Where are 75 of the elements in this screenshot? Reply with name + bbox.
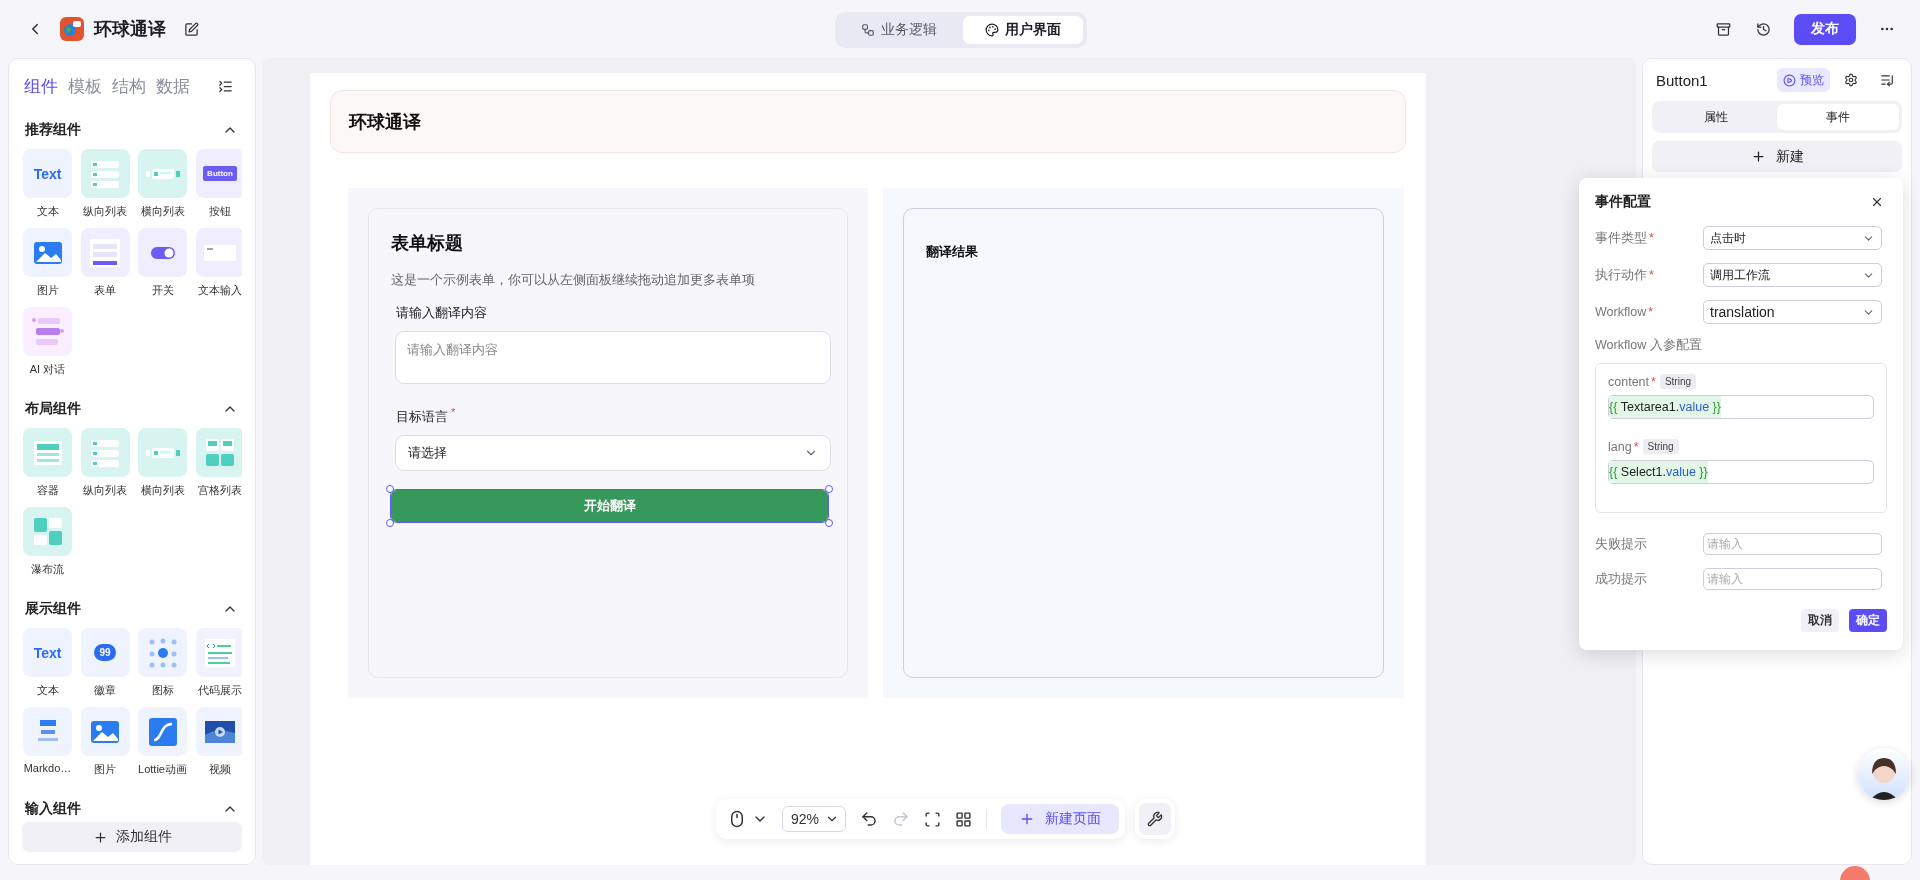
param-name: lang * [1608,439,1639,454]
component-tile[interactable]: Text [23,149,72,198]
field-label: 失败提示 [1595,535,1648,553]
panel-tab[interactable]: 组件 [24,74,58,98]
component-label: AI 对话 [29,362,66,377]
field-label: 执行动作 * [1595,266,1655,284]
field-label: Workflow * [1595,305,1655,319]
page-title: 环球通译 [349,110,421,134]
panel-tab[interactable]: 结构 [112,74,146,98]
field-label: 目标语言 $^{*}$ [396,406,457,427]
new-event-button[interactable]: 新建 [1652,141,1902,172]
component-label: 容器 [36,483,59,498]
component-label: 开关 [151,283,174,298]
dialog-title: 事件配置 [1595,193,1651,211]
component-label: 徽章 [94,683,116,698]
inspector-tab[interactable]: 事件 [1777,104,1899,130]
component-label: Lottie动画 [138,762,187,777]
expression-field[interactable]: {{ Textarea1.value }} [1608,395,1874,419]
component-label: 纵向列表 [83,204,127,219]
component-label: 文本 [36,683,59,698]
add-component-button[interactable]: 添加组件 [22,822,242,852]
select-field[interactable]: translation [1703,300,1882,324]
component-label: 视频 [209,762,231,777]
field-label: 事件类型 * [1595,229,1655,247]
field-label: 请输入翻译内容 [396,304,488,322]
panel-tab[interactable]: 数据 [156,74,190,98]
app-title: 环球通译 [94,18,166,41]
select-field[interactable]: 调用工作流 [1703,263,1882,287]
select-field[interactable]: 点击时 [1703,226,1882,250]
section-title: 推荐组件 [25,121,81,139]
select-field[interactable]: 请选择 [395,435,831,472]
component-tile[interactable]: 99 [80,628,130,677]
component-label: Markdo… [23,762,72,776]
component-label: 纵向列表 [83,483,127,498]
component-label: 文本输入 [198,283,242,298]
component-label: 宫格列表 [198,483,242,498]
translate-button[interactable]: 开始翻译 [391,490,828,523]
confirm-button[interactable]: 确定 [1849,609,1887,632]
publish-button[interactable]: 发布 [1794,13,1856,45]
component-tile[interactable]: Button [195,149,242,198]
component-label: 横向列表 [140,483,185,498]
component-label: 表单 [94,283,116,298]
component-label: 图标 [151,683,174,698]
section-title: 布局组件 [25,400,81,418]
section-title: 输入组件 [25,800,81,816]
input-field[interactable]: 请输入 [1703,568,1882,590]
input-field[interactable]: 请输入 [1703,533,1882,555]
result-title: 翻译结果 [926,243,979,261]
component-label: 按钮 [209,204,231,219]
form-title: 表单标题 [391,232,464,255]
new-page-button[interactable]: 新建页面 [1001,804,1120,834]
param-name: content * [1608,374,1656,389]
preview-button[interactable]: 预览 [1777,68,1830,92]
component-label: 横向列表 [140,204,185,219]
type-tag: String [1642,439,1679,454]
section-title: 展示组件 [25,600,81,618]
expression-field[interactable]: {{ Select1.value }} [1608,460,1874,484]
component-label: 图片 [94,762,116,777]
inspector-tab[interactable]: 属性 [1655,104,1777,130]
field-label: 成功提示 [1595,570,1648,588]
component-label: 代码展示 [198,683,242,698]
component-label: 瀑布流 [31,562,64,577]
text-area[interactable]: 请输入翻译内容 [395,331,831,384]
mode-tab[interactable]: 业务逻辑 [839,16,959,44]
component-label: 文本 [36,204,59,219]
type-tag: String [1659,374,1696,389]
component-label: 图片 [36,283,59,298]
mode-tab[interactable]: 用户界面 [963,16,1083,44]
cancel-button[interactable]: 取消 [1801,609,1839,632]
params-title: Workflow 入参配置 [1595,337,1703,354]
panel-tab[interactable]: 模板 [68,74,102,98]
form-description: 这是一个示例表单，你可以从左侧面板继续拖动追加更多表单项 [391,271,756,289]
component-tile[interactable]: Text [23,628,72,677]
component-name: Button1 [1656,71,1709,89]
zoom-select[interactable]: 92% [782,806,847,832]
